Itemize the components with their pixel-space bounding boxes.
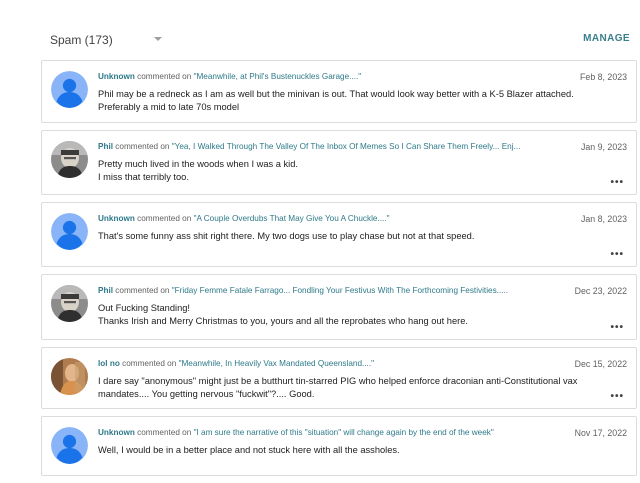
comment-body: I dare say "anonymous" might just be a b… bbox=[98, 375, 624, 401]
commented-on-label: commented on bbox=[137, 214, 192, 223]
avatar bbox=[51, 358, 88, 395]
comment-meta: Unknown commented on "I am sure the narr… bbox=[98, 428, 546, 437]
comment-text-line: That's some funny ass shit right there. … bbox=[98, 231, 475, 241]
filter-label: Spam (173) bbox=[50, 33, 113, 47]
comment-author[interactable]: Unknown bbox=[98, 72, 135, 81]
post-title-link[interactable]: "Yea, I Walked Through The Valley Of The… bbox=[172, 142, 521, 151]
more-options-icon[interactable]: ••• bbox=[610, 249, 624, 260]
comment-card[interactable]: Phil commented on "Yea, I Walked Through… bbox=[41, 130, 637, 195]
commented-on-label: commented on bbox=[137, 428, 192, 437]
avatar bbox=[51, 285, 88, 322]
comment-list: Unknown commented on "Meanwhile, at Phil… bbox=[41, 60, 638, 483]
comment-body: Phil may be a redneck as I am as well bu… bbox=[98, 88, 624, 114]
more-options-icon[interactable]: ••• bbox=[610, 391, 624, 402]
comment-author[interactable]: lol no bbox=[98, 359, 120, 368]
comment-meta: Unknown commented on "A Couple Overdubs … bbox=[98, 214, 546, 223]
comment-author[interactable]: Unknown bbox=[98, 214, 135, 223]
default-avatar-icon bbox=[51, 213, 88, 250]
post-title-link[interactable]: "I am sure the narrative of this "situat… bbox=[194, 428, 494, 437]
comment-author[interactable]: Unknown bbox=[98, 428, 135, 437]
comment-date: Nov 17, 2022 bbox=[574, 428, 627, 438]
comment-meta: lol no commented on "Meanwhile, In Heavi… bbox=[98, 359, 546, 368]
comment-text-line: I miss that terribly too. bbox=[98, 172, 189, 182]
comment-text-line: Well, I would be in a better place and n… bbox=[98, 445, 400, 455]
commented-on-label: commented on bbox=[115, 286, 170, 295]
default-avatar-icon bbox=[51, 71, 88, 108]
more-options-icon[interactable]: ••• bbox=[610, 322, 624, 333]
comment-text-line: Pretty much lived in the woods when I wa… bbox=[98, 159, 298, 169]
post-title-link[interactable]: "Meanwhile, at Phil's Bustenuckles Garag… bbox=[194, 72, 362, 81]
comment-date: Jan 9, 2023 bbox=[581, 142, 627, 152]
comment-date: Feb 8, 2023 bbox=[580, 72, 627, 82]
comment-date: Dec 15, 2022 bbox=[574, 359, 627, 369]
default-avatar-icon bbox=[51, 427, 88, 464]
chevron-down-icon bbox=[154, 37, 162, 41]
comment-card[interactable]: lol no commented on "Meanwhile, In Heavi… bbox=[41, 347, 637, 409]
comment-meta: Phil commented on "Friday Femme Fatale F… bbox=[98, 286, 546, 295]
comment-text-line: I dare say "anonymous" might just be a b… bbox=[98, 376, 578, 399]
post-title-link[interactable]: "Friday Femme Fatale Farrago... Fondling… bbox=[172, 286, 508, 295]
comment-card[interactable]: Unknown commented on "A Couple Overdubs … bbox=[41, 202, 637, 267]
comment-text-line: Thanks Irish and Merry Christmas to you,… bbox=[98, 316, 468, 326]
manage-button[interactable]: MANAGE bbox=[583, 33, 630, 44]
comment-body: Out Fucking Standing! Thanks Irish and Me… bbox=[98, 302, 624, 328]
comment-text-line: Preferably a mid to late 70s model bbox=[98, 102, 240, 112]
more-options-icon[interactable]: ••• bbox=[610, 177, 624, 188]
comment-text-line: Out Fucking Standing! bbox=[98, 303, 190, 313]
post-title-link[interactable]: "Meanwhile, In Heavily Vax Mandated Quee… bbox=[179, 359, 374, 368]
comment-card[interactable]: Unknown commented on "I am sure the narr… bbox=[41, 416, 637, 476]
comment-author[interactable]: Phil bbox=[98, 286, 113, 295]
comment-date: Dec 23, 2022 bbox=[574, 286, 627, 296]
commented-on-label: commented on bbox=[115, 142, 170, 151]
comment-text-line: Phil may be a redneck as I am as well bu… bbox=[98, 89, 574, 99]
comment-body: Well, I would be in a better place and n… bbox=[98, 444, 624, 457]
comment-date: Jan 8, 2023 bbox=[581, 214, 627, 224]
commented-on-label: commented on bbox=[122, 359, 177, 368]
comment-card[interactable]: Phil commented on "Friday Femme Fatale F… bbox=[41, 274, 637, 340]
avatar bbox=[51, 141, 88, 178]
comment-meta: Unknown commented on "Meanwhile, at Phil… bbox=[98, 72, 546, 81]
comment-filter-dropdown[interactable]: Spam (173) bbox=[50, 32, 164, 48]
top-bar: Spam (173) MANAGE bbox=[0, 0, 640, 60]
commented-on-label: commented on bbox=[137, 72, 192, 81]
post-title-link[interactable]: "A Couple Overdubs That May Give You A C… bbox=[194, 214, 390, 223]
comment-card[interactable]: Unknown commented on "Meanwhile, at Phil… bbox=[41, 60, 637, 123]
comment-body: That's some funny ass shit right there. … bbox=[98, 230, 624, 243]
comment-author[interactable]: Phil bbox=[98, 142, 113, 151]
comment-body: Pretty much lived in the woods when I wa… bbox=[98, 158, 624, 184]
comment-meta: Phil commented on "Yea, I Walked Through… bbox=[98, 142, 546, 151]
